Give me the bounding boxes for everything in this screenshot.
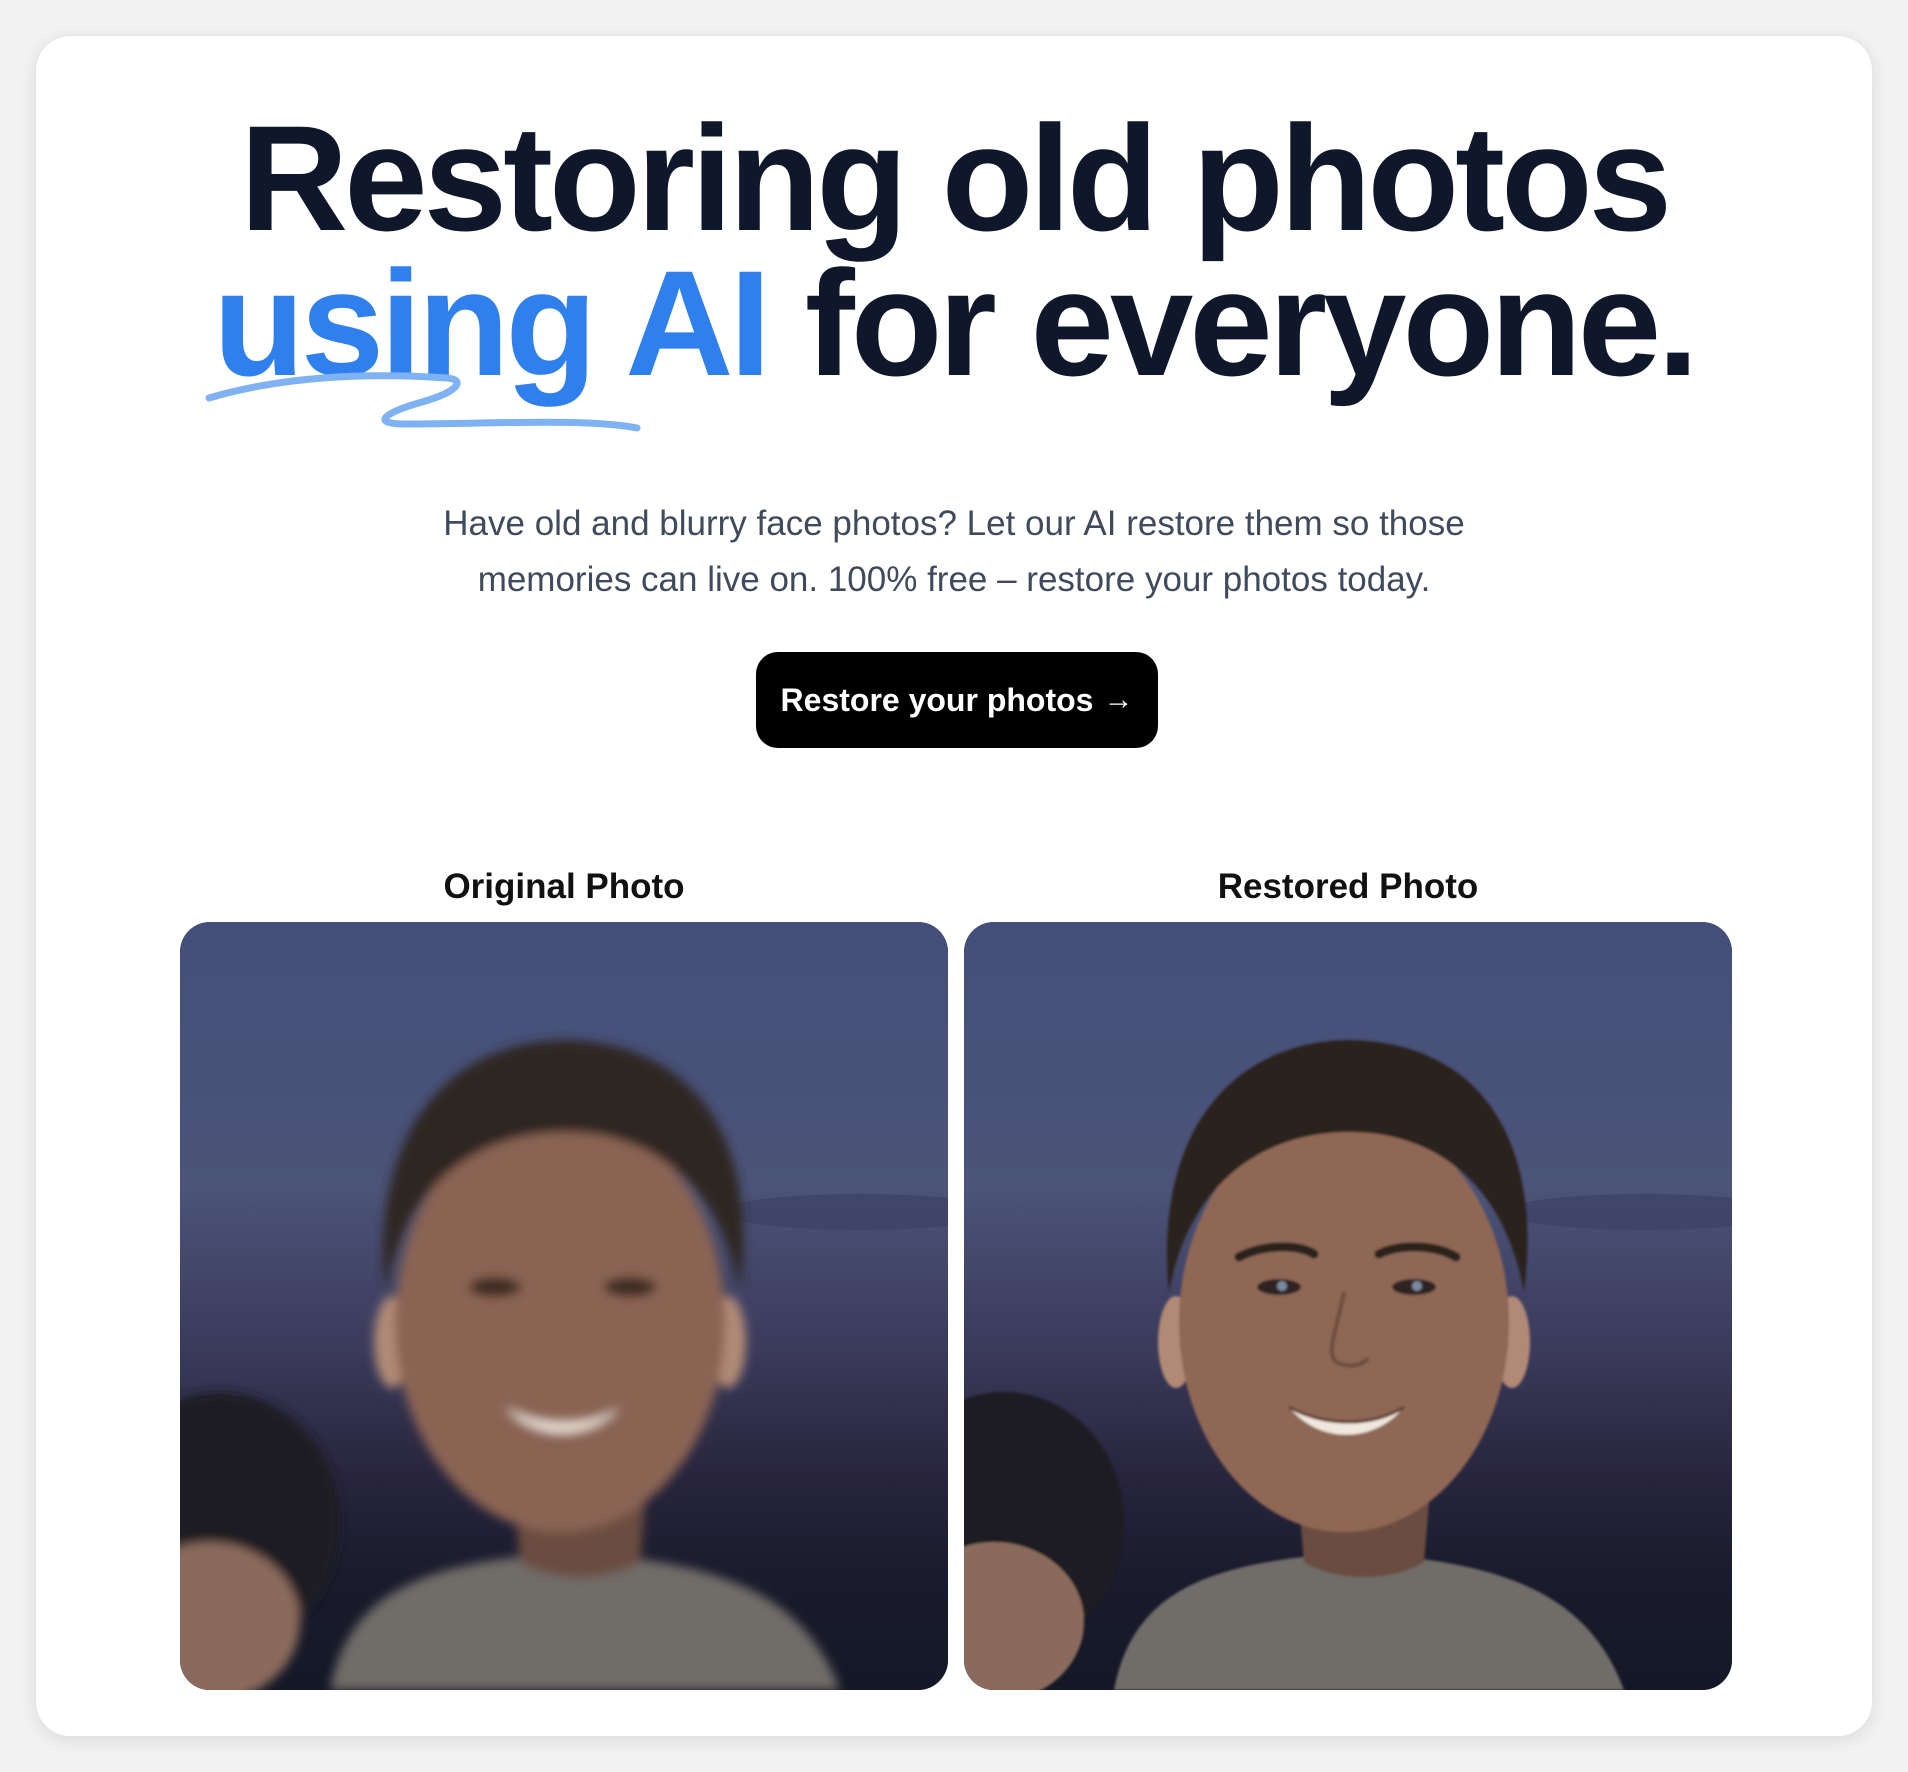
headline-line-1: Restoring old photos <box>239 94 1672 262</box>
restored-photo-image <box>964 922 1732 1690</box>
hero-subtitle: Have old and blurry face photos? Let our… <box>36 496 1872 608</box>
scribble-underline-icon <box>205 372 641 432</box>
original-photo-label: Original Photo <box>443 867 685 906</box>
original-photo-panel: Original Photo <box>180 862 948 1696</box>
original-photo <box>180 922 948 1690</box>
restore-photos-label: Restore your photos <box>780 681 1094 718</box>
headline-accent: using AI <box>205 248 771 432</box>
restore-photos-button[interactable]: Restore your photos → <box>756 652 1158 748</box>
original-photo-image <box>180 922 948 1690</box>
headline-line-2: using AI for everyone. <box>36 248 1872 432</box>
page-title: Restoring old photos using AI for everyo… <box>36 94 1872 432</box>
headline-rest-text: for everyone. <box>767 239 1699 407</box>
restored-photo <box>964 922 1732 1690</box>
restored-photo-label: Restored Photo <box>1217 867 1479 906</box>
subtitle-line-2: memories can live on. 100% free – restor… <box>477 560 1431 599</box>
arrow-right-icon: → <box>1103 683 1134 716</box>
subtitle-line-1: Have old and blurry face photos? Let our… <box>443 504 1465 543</box>
restored-photo-panel: Restored Photo <box>964 862 1732 1696</box>
page-card: Restoring old photos using AI for everyo… <box>36 36 1872 1736</box>
photo-comparison: Original Photo Restored Photo <box>180 862 1732 1696</box>
